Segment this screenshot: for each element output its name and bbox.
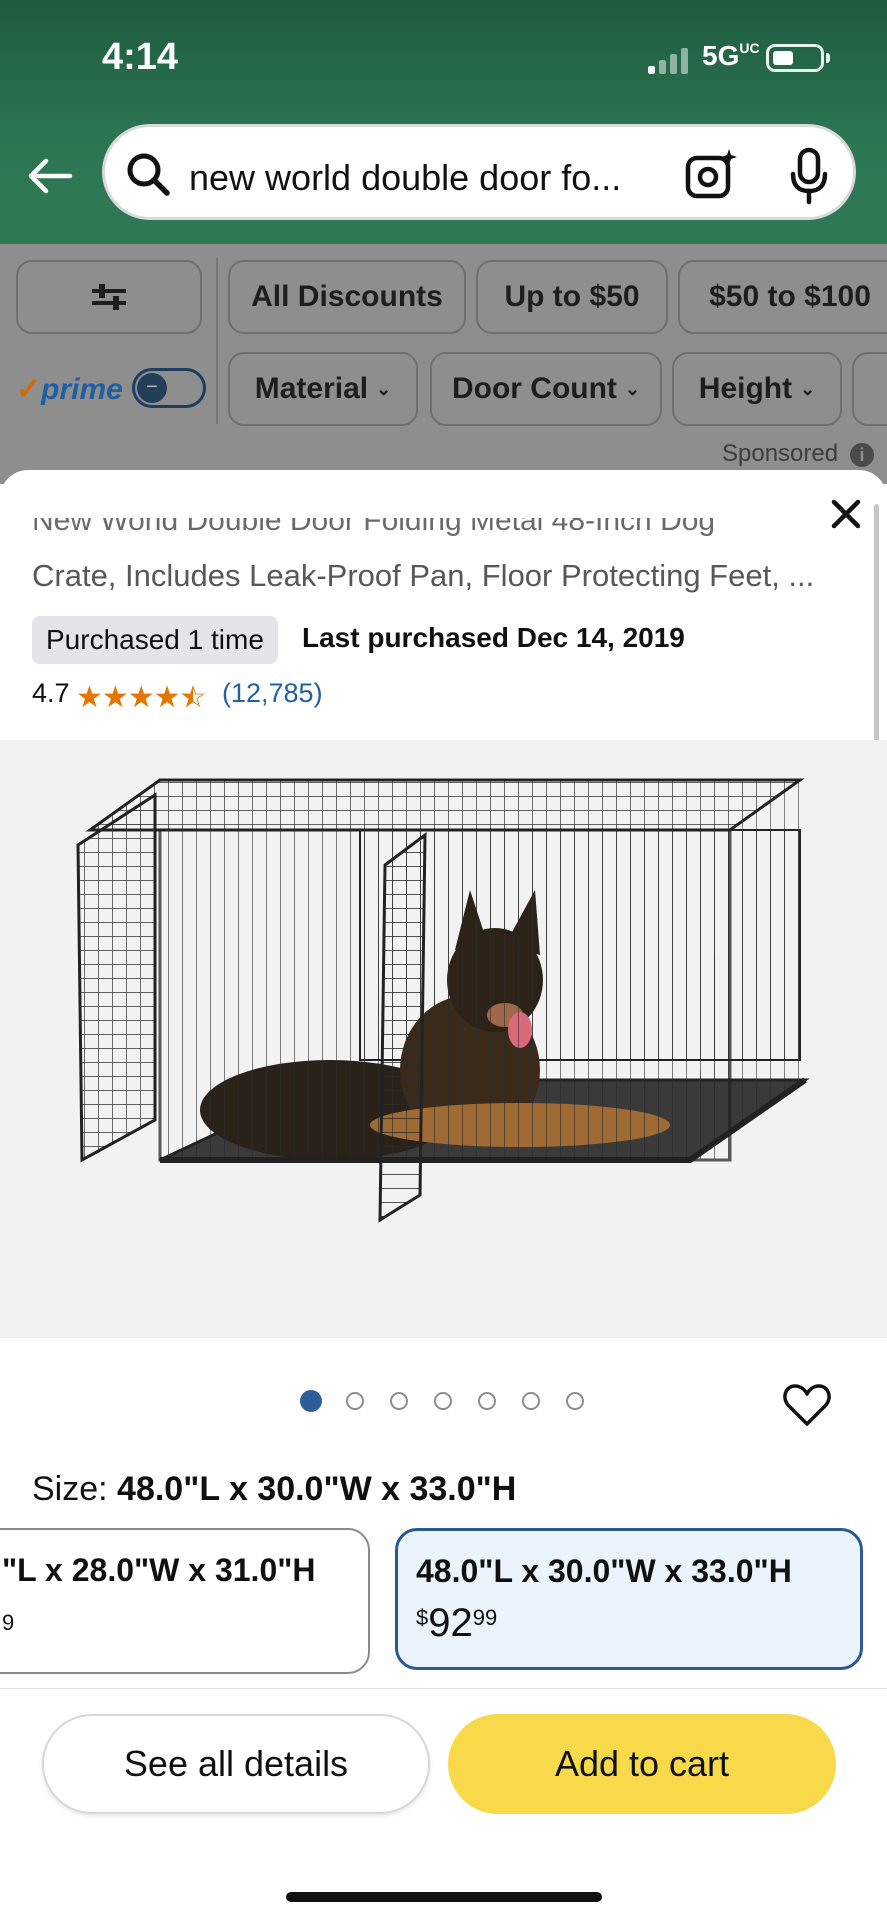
- carousel-dot[interactable]: [300, 1390, 322, 1412]
- carousel-dot[interactable]: [478, 1392, 496, 1410]
- product-title-partial: New World Double Door Folding Metal 48-I…: [32, 518, 716, 537]
- filter-50-to-100[interactable]: $50 to $100: [678, 260, 887, 334]
- filter-height[interactable]: Height ⌄: [672, 352, 842, 426]
- dog-crate-image: [76, 778, 810, 1223]
- size-heading: Size: 48.0"L x 30.0"W x 33.0"H: [32, 1470, 517, 1508]
- review-count-link[interactable]: (12,785): [222, 678, 323, 709]
- carousel-dot[interactable]: [390, 1392, 408, 1410]
- home-indicator[interactable]: [286, 1892, 602, 1902]
- info-icon[interactable]: i: [850, 443, 874, 467]
- chevron-down-icon: ⌄: [800, 378, 816, 399]
- search-input[interactable]: new world double door fo...: [189, 157, 759, 199]
- battery-tip: [826, 53, 830, 63]
- heart-icon[interactable]: [782, 1382, 832, 1428]
- prime-label: ✓prime: [16, 373, 123, 406]
- star-rating-icon[interactable]: ★★★★☆★: [76, 680, 206, 715]
- battery-icon: [766, 44, 824, 72]
- signal-icon: [648, 48, 688, 74]
- last-purchased: Last purchased Dec 14, 2019: [302, 622, 685, 653]
- purchased-badge: Purchased 1 time: [32, 616, 278, 664]
- camera-sparkle-icon[interactable]: [685, 147, 739, 201]
- product-image[interactable]: [0, 740, 887, 1338]
- chevron-down-icon: ⌄: [376, 378, 392, 399]
- size-option-selected[interactable]: 48.0"L x 30.0"W x 33.0"H $9299: [395, 1528, 863, 1670]
- sliders-icon: [92, 284, 126, 310]
- add-to-cart-button[interactable]: Add to cart: [448, 1714, 836, 1814]
- status-time: 4:14: [102, 36, 179, 78]
- carousel-dot[interactable]: [522, 1392, 540, 1410]
- price: $9299: [416, 1601, 498, 1645]
- search-icon: [127, 153, 170, 196]
- size-option[interactable]: "L x 28.0"W x 31.0"H 9: [0, 1528, 370, 1674]
- search-bar[interactable]: new world double door fo...: [102, 124, 856, 220]
- sponsored-label: Sponsored: [722, 440, 839, 467]
- product-title[interactable]: Crate, Includes Leak-Proof Pan, Floor Pr…: [32, 558, 852, 594]
- network-label: 5GUC: [702, 40, 760, 71]
- carousel-dot[interactable]: [346, 1392, 364, 1410]
- back-arrow-icon[interactable]: [26, 152, 74, 200]
- carousel-dot[interactable]: [566, 1392, 584, 1410]
- microphone-icon[interactable]: [789, 147, 829, 205]
- filter-up-to-50[interactable]: Up to $50: [476, 260, 668, 334]
- filter-more[interactable]: [852, 352, 887, 426]
- chevron-down-icon: ⌄: [624, 378, 641, 399]
- filter-all-discounts[interactable]: All Discounts: [228, 260, 466, 334]
- filter-divider: [216, 258, 218, 424]
- filter-settings-button[interactable]: [16, 260, 202, 334]
- filter-door-count[interactable]: Door Count ⌄: [430, 352, 662, 426]
- prime-toggle[interactable]: −: [132, 368, 206, 408]
- rating-value: 4.7: [32, 678, 70, 708]
- see-all-details-button[interactable]: See all details: [42, 1714, 430, 1814]
- filter-material[interactable]: Material ⌄: [228, 352, 418, 426]
- carousel-dot[interactable]: [434, 1392, 452, 1410]
